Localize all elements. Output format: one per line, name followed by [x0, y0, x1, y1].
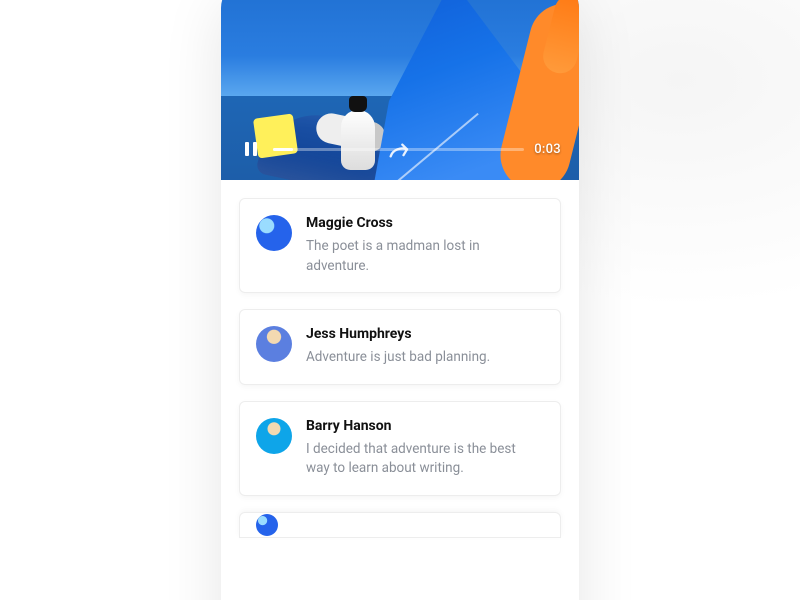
comment-text: I decided that adventure is the best way… — [306, 440, 542, 479]
comment-list: Maggie Cross The poet is a madman lost i… — [221, 180, 579, 600]
progress-bar[interactable] — [273, 148, 524, 151]
phone-mock: 0:03 Maggie Cross The poet is a madman l… — [221, 0, 579, 600]
comment-card[interactable]: Jess Humphreys Adventure is just bad pla… — [239, 309, 561, 385]
comment-card-peek[interactable] — [239, 512, 561, 538]
pause-button[interactable] — [239, 137, 263, 161]
comment-author: Barry Hanson — [306, 418, 542, 434]
comment-card[interactable]: Barry Hanson I decided that adventure is… — [239, 401, 561, 496]
avatar — [256, 326, 292, 362]
avatar — [256, 418, 292, 454]
video-controls: 0:03 — [221, 128, 579, 180]
comment-author: Jess Humphreys — [306, 326, 542, 342]
video-time: 0:03 — [534, 142, 561, 157]
app-frame: 0:03 Maggie Cross The poet is a madman l… — [0, 0, 800, 600]
comment-author: Maggie Cross — [306, 215, 542, 231]
avatar — [256, 514, 278, 536]
video-player[interactable]: 0:03 — [221, 0, 579, 180]
comment-card[interactable]: Maggie Cross The poet is a madman lost i… — [239, 198, 561, 293]
progress-fill — [273, 148, 293, 151]
comment-text: Adventure is just bad planning. — [306, 348, 542, 368]
comment-text: The poet is a madman lost in adventure. — [306, 237, 542, 276]
avatar — [256, 215, 292, 251]
